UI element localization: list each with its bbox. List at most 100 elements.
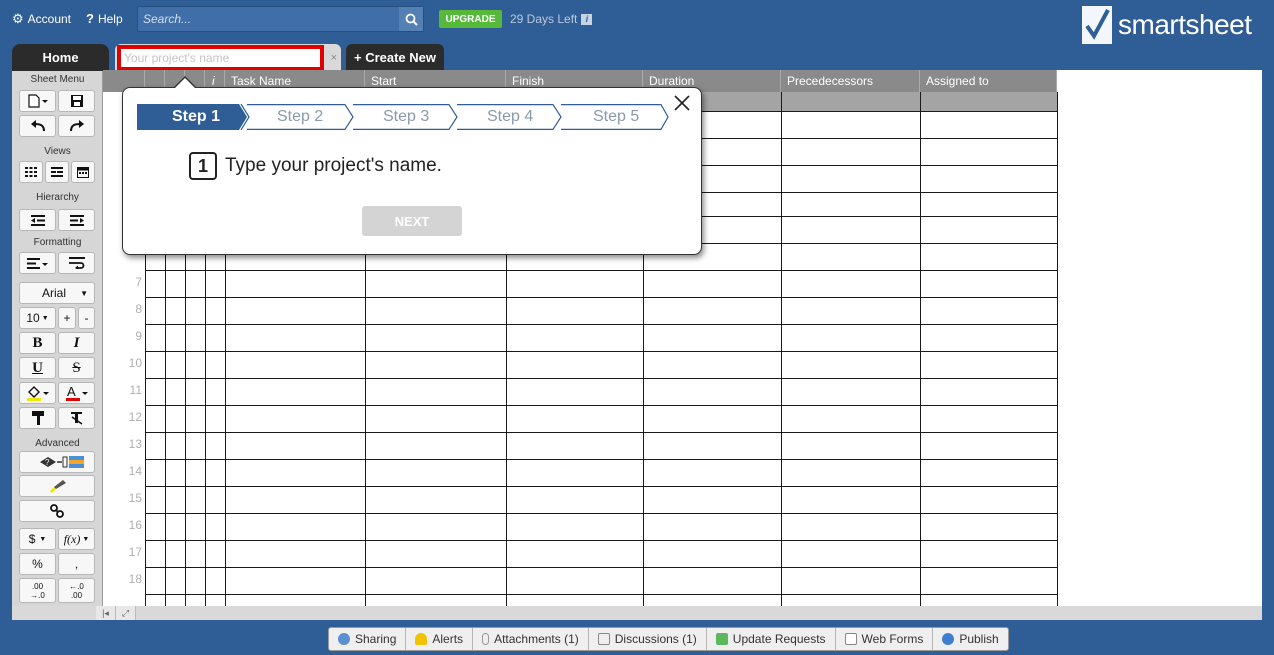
save-button[interactable] bbox=[58, 90, 95, 112]
grid-view-button[interactable] bbox=[19, 161, 43, 183]
search-button[interactable] bbox=[399, 7, 423, 31]
fill-color-button[interactable] bbox=[19, 382, 56, 404]
percent-button[interactable]: % bbox=[19, 553, 56, 575]
fullscreen-icon[interactable]: ⤢ bbox=[116, 606, 136, 620]
search-icon bbox=[405, 13, 418, 26]
wizard-pointer-fill bbox=[174, 78, 196, 89]
sharing-label: Sharing bbox=[355, 632, 397, 646]
row-number[interactable]: 13 bbox=[103, 437, 145, 451]
row-number[interactable]: 12 bbox=[103, 410, 145, 424]
close-tab-icon[interactable]: × bbox=[331, 52, 337, 64]
discussions-tab[interactable]: Discussions (1) bbox=[589, 628, 707, 650]
redo-button[interactable] bbox=[58, 115, 95, 137]
undo-button[interactable] bbox=[19, 115, 56, 137]
grid-row-line bbox=[145, 324, 1057, 325]
tab-new-project[interactable]: × bbox=[115, 44, 341, 71]
calendar-icon bbox=[77, 167, 89, 178]
conditional-format-button[interactable]: ? bbox=[19, 451, 95, 473]
publish-tab[interactable]: Publish bbox=[933, 628, 1007, 650]
close-icon[interactable] bbox=[673, 94, 691, 112]
font-size-value: 10 bbox=[26, 311, 40, 325]
formatting-heading: Formatting bbox=[33, 237, 82, 248]
highlight-changes-button[interactable] bbox=[19, 475, 95, 497]
strikethrough-button[interactable]: S bbox=[58, 357, 95, 379]
row-number[interactable]: 8 bbox=[103, 302, 145, 316]
row-number[interactable]: 16 bbox=[103, 518, 145, 532]
bottom-toolbar: Sharing Alerts Attachments (1) Discussio… bbox=[328, 627, 1009, 651]
row-number[interactable]: 10 bbox=[103, 356, 145, 370]
increase-decimal-button[interactable]: .00 →.0 bbox=[19, 578, 56, 603]
outdent-icon bbox=[30, 214, 45, 226]
tab-home[interactable]: Home bbox=[12, 44, 109, 71]
decrease-decimal-top: ←.0 bbox=[69, 581, 84, 591]
web-forms-tab[interactable]: Web Forms bbox=[836, 628, 934, 650]
row-number[interactable]: 7 bbox=[103, 275, 145, 289]
row-number[interactable]: 15 bbox=[103, 491, 145, 505]
decrease-font-button[interactable]: - bbox=[78, 307, 95, 329]
calendar-view-button[interactable] bbox=[71, 161, 95, 183]
bold-button[interactable]: B bbox=[19, 332, 56, 354]
chevron-down-icon: ▼ bbox=[82, 535, 90, 543]
attachments-tab[interactable]: Attachments (1) bbox=[473, 628, 589, 650]
increase-font-button[interactable]: + bbox=[58, 307, 76, 329]
step-4: Step 4 bbox=[487, 108, 534, 125]
grid-column-line bbox=[920, 92, 921, 606]
row-number[interactable]: 11 bbox=[103, 383, 145, 397]
grid-row-line bbox=[145, 351, 1057, 352]
format-painter-icon bbox=[31, 411, 44, 425]
help-link[interactable]: ? Help bbox=[86, 11, 123, 26]
sharing-tab[interactable]: Sharing bbox=[329, 628, 407, 650]
chevron-down-icon: ▼ bbox=[80, 288, 88, 298]
wrap-text-icon bbox=[68, 257, 85, 269]
search-input[interactable] bbox=[138, 7, 400, 31]
instruction-text: Type your project's name. bbox=[225, 155, 442, 176]
onboarding-wizard: Step 1 Step 2 Step 3 Step 4 Step 5 1 Typ… bbox=[122, 76, 702, 255]
form-icon bbox=[844, 633, 857, 645]
indent-button[interactable] bbox=[58, 209, 95, 231]
function-dropdown[interactable]: f(x) ▼ bbox=[58, 528, 95, 550]
info-icon[interactable]: i bbox=[581, 13, 593, 25]
account-link[interactable]: ⚙ Account bbox=[12, 11, 71, 27]
collapse-panel-icon[interactable]: |◂ bbox=[96, 606, 116, 620]
decrease-decimal-button[interactable]: ←.0 .00 bbox=[58, 578, 95, 603]
grid-row-line bbox=[145, 270, 1057, 271]
grid-row-line bbox=[145, 540, 1057, 541]
gantt-view-button[interactable] bbox=[45, 161, 69, 183]
link-icon bbox=[50, 504, 64, 518]
row-number[interactable]: 9 bbox=[103, 329, 145, 343]
alerts-tab[interactable]: Alerts bbox=[406, 628, 474, 650]
next-button[interactable]: NEXT bbox=[362, 206, 462, 236]
align-dropdown[interactable] bbox=[19, 252, 56, 274]
wrap-text-button[interactable] bbox=[58, 252, 95, 274]
highlighter-icon bbox=[50, 480, 66, 493]
text-color-icon: A bbox=[65, 385, 88, 401]
update-requests-tab[interactable]: Update Requests bbox=[707, 628, 836, 650]
row-number[interactable]: 18 bbox=[103, 572, 145, 586]
currency-dropdown[interactable]: $ ▼ bbox=[19, 528, 56, 550]
upgrade-button[interactable]: UPGRADE bbox=[439, 10, 502, 28]
clear-format-icon bbox=[70, 412, 82, 425]
column-header-assigned-to[interactable]: Assigned to bbox=[920, 70, 1057, 92]
row-number[interactable]: 17 bbox=[103, 545, 145, 559]
thousands-separator-button[interactable]: , bbox=[58, 553, 95, 575]
row-number[interactable]: 14 bbox=[103, 464, 145, 478]
project-name-input[interactable] bbox=[121, 49, 320, 67]
format-painter-button[interactable] bbox=[19, 407, 56, 429]
create-new-tab[interactable]: + Create New bbox=[346, 44, 444, 70]
column-header-predecessors[interactable]: Precedecessors bbox=[781, 70, 920, 92]
increase-decimal-top: .00 bbox=[31, 581, 44, 591]
link-button[interactable] bbox=[19, 500, 95, 522]
text-color-button[interactable]: A bbox=[58, 382, 95, 404]
italic-button[interactable]: I bbox=[58, 332, 95, 354]
clear-format-button[interactable] bbox=[58, 407, 95, 429]
save-icon bbox=[70, 95, 83, 107]
font-family-select[interactable]: Arial ▼ bbox=[19, 282, 95, 304]
grid-row-line bbox=[145, 405, 1057, 406]
grid-row-line bbox=[145, 432, 1057, 433]
search-box bbox=[137, 6, 424, 32]
underline-button[interactable]: U bbox=[19, 357, 56, 379]
font-family-value: Arial bbox=[42, 286, 67, 300]
outdent-button[interactable] bbox=[19, 209, 56, 231]
new-sheet-button[interactable] bbox=[19, 90, 56, 112]
font-size-select[interactable]: 10 ▼ bbox=[19, 307, 56, 329]
